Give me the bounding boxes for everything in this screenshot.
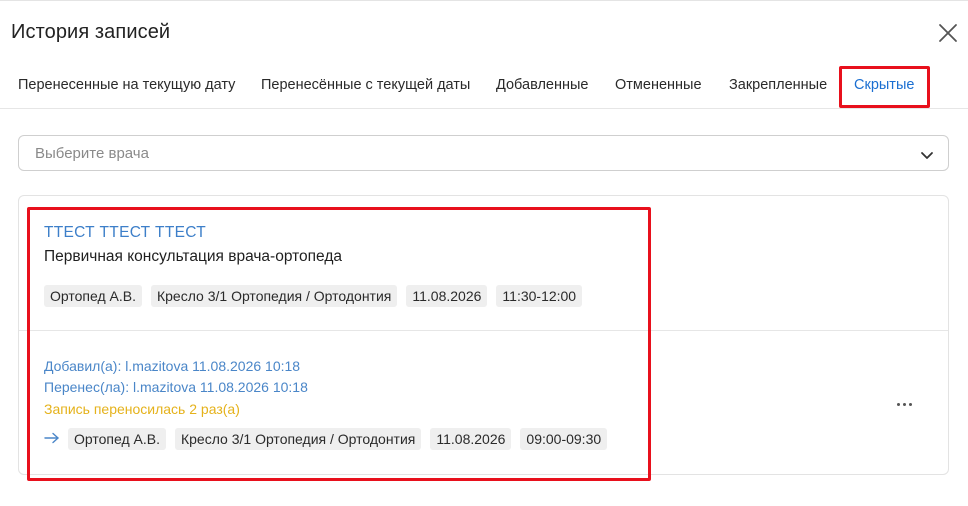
- previous-date-chip: 11.08.2026: [430, 428, 512, 450]
- date-chip: 11.08.2026: [406, 285, 488, 307]
- service-name: Первичная консультация врача-ортопеда: [44, 248, 342, 265]
- doctor-select[interactable]: Выберите врача: [18, 135, 949, 171]
- tab-pinned[interactable]: Закрепленные: [729, 77, 827, 93]
- added-by-text: Добавил(а): l.mazitova 11.08.2026 10:18: [44, 358, 301, 374]
- tab-bar: Перенесенные на текущую дату Перенесённы…: [0, 65, 968, 109]
- previous-time-chip: 09:00-09:30: [520, 428, 608, 450]
- previous-doctor-chip: Ортопед А.В.: [68, 428, 166, 450]
- close-icon[interactable]: [937, 22, 959, 44]
- chevron-down-icon: [920, 148, 934, 166]
- record-card: ТТЕСТ ТТЕСТ ТТЕСТ Первичная консультация…: [18, 195, 949, 475]
- current-record-details: Ортопед А.В. Кресло 3/1 Ортопедия / Орто…: [44, 285, 583, 307]
- card-divider: [19, 330, 948, 331]
- previous-chair-chip: Кресло 3/1 Ортопедия / Ортодонтия: [174, 428, 422, 450]
- tab-added[interactable]: Добавленные: [496, 77, 588, 93]
- doctor-select-placeholder: Выберите врача: [35, 145, 149, 162]
- moved-by-text: Перенес(ла): l.mazitova 11.08.2026 10:18: [44, 379, 308, 395]
- tab-cancelled[interactable]: Отмененные: [615, 77, 702, 93]
- chair-chip: Кресло 3/1 Ортопедия / Ортодонтия: [150, 285, 398, 307]
- moved-count-text: Запись переносилась 2 раз(а): [44, 401, 240, 417]
- tab-highlight-frame: [839, 66, 930, 108]
- modal-title: История записей: [11, 21, 171, 43]
- doctor-chip: Ортопед А.В.: [44, 285, 142, 307]
- tab-moved-to-today[interactable]: Перенесенные на текущую дату: [18, 77, 235, 93]
- more-actions-icon[interactable]: [895, 400, 915, 410]
- tab-moved-from-today[interactable]: Перенесённые с текущей даты: [261, 77, 470, 93]
- time-chip: 11:30-12:00: [496, 285, 583, 307]
- previous-record-details: Ортопед А.В. Кресло 3/1 Ортопедия / Орто…: [68, 428, 608, 450]
- arrow-right-icon: [44, 431, 60, 450]
- patient-name-link[interactable]: ТТЕСТ ТТЕСТ ТТЕСТ: [44, 224, 206, 242]
- history-modal: История записей Перенесенные на текущую …: [0, 0, 968, 506]
